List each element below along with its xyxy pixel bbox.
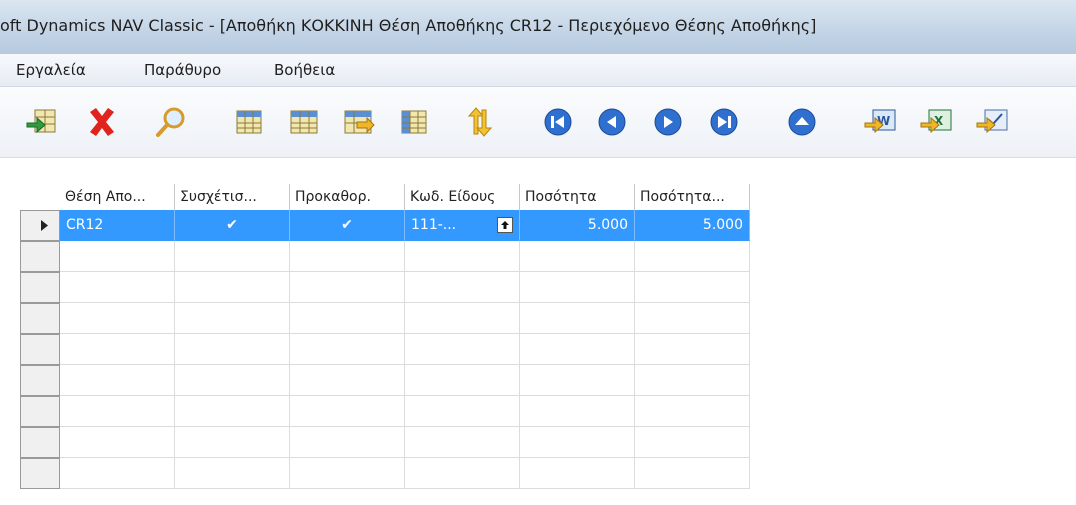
table-cell[interactable] [175, 272, 290, 303]
table-cell[interactable] [405, 458, 520, 489]
cell-linked-checkbox[interactable]: ✔ [175, 210, 290, 241]
table-cell[interactable] [405, 427, 520, 458]
table-cell[interactable] [175, 334, 290, 365]
menu-window[interactable]: Παράθυρο [144, 61, 221, 79]
table-cell[interactable] [520, 334, 635, 365]
column-header-item-no[interactable]: Κωδ. Είδους [405, 184, 520, 210]
send-to-checklist-icon[interactable] [974, 104, 1010, 140]
row-selector[interactable] [20, 210, 60, 241]
delete-icon[interactable] [84, 104, 120, 140]
table-cell[interactable] [635, 272, 750, 303]
table-cell[interactable] [405, 396, 520, 427]
up-icon[interactable] [784, 104, 820, 140]
table-cell[interactable] [520, 303, 635, 334]
row-selector[interactable] [20, 365, 60, 396]
table-cell[interactable] [520, 272, 635, 303]
last-record-icon[interactable] [706, 104, 742, 140]
table-cell[interactable] [290, 365, 405, 396]
table-cell[interactable] [635, 303, 750, 334]
next-record-icon[interactable] [650, 104, 686, 140]
table-cell[interactable] [290, 241, 405, 272]
table-cell[interactable] [60, 365, 175, 396]
table-cell[interactable] [175, 427, 290, 458]
grid-area: Θέση Απο... Συσχέτισ... Προκαθορ. Κωδ. Ε… [0, 157, 1076, 505]
window-title: oft Dynamics NAV Classic - [Αποθήκη ΚΟΚΚ… [0, 16, 817, 35]
table-cell[interactable] [60, 396, 175, 427]
table-cell[interactable] [175, 303, 290, 334]
row-selector[interactable] [20, 396, 60, 427]
table-cell[interactable] [635, 458, 750, 489]
row-selector[interactable] [20, 241, 60, 272]
table-cell[interactable] [405, 334, 520, 365]
column-header-bin-code[interactable]: Θέση Απο... [60, 184, 175, 210]
cell-item-no[interactable]: 111-... [405, 210, 520, 241]
table-export-icon[interactable] [341, 104, 377, 140]
menu-bar: Εργαλεία Παράθυρο Βοήθεια [0, 54, 1076, 87]
lookup-arrow-icon[interactable] [497, 217, 513, 233]
cell-quantity[interactable]: 5.000 [520, 210, 635, 241]
send-to-excel-icon[interactable]: X [918, 104, 954, 140]
table-cell[interactable] [175, 396, 290, 427]
table-cell[interactable] [635, 396, 750, 427]
table-cell[interactable] [405, 365, 520, 396]
table-cell[interactable] [520, 365, 635, 396]
cell-bin-code[interactable]: CR12 [60, 210, 175, 241]
table-cell[interactable] [635, 241, 750, 272]
table-cell[interactable] [405, 303, 520, 334]
grid-icon[interactable] [396, 104, 432, 140]
table-cell[interactable] [290, 303, 405, 334]
table-cell[interactable] [635, 427, 750, 458]
previous-record-icon[interactable] [594, 104, 630, 140]
column-header-quantity[interactable]: Ποσότητα [520, 184, 635, 210]
column-header-default[interactable]: Προκαθορ. [290, 184, 405, 210]
cell-item-no-value: 111-... [411, 217, 457, 233]
table-cell[interactable] [60, 303, 175, 334]
table-cell[interactable] [520, 241, 635, 272]
menu-help[interactable]: Βοήθεια [274, 61, 335, 79]
new-record-icon[interactable] [24, 104, 60, 140]
table-cell[interactable] [60, 458, 175, 489]
sort-icon[interactable] [462, 104, 498, 140]
table-cell[interactable] [175, 241, 290, 272]
table-cell[interactable] [290, 272, 405, 303]
cell-default-checkbox[interactable]: ✔ [290, 210, 405, 241]
table-cell[interactable] [405, 241, 520, 272]
row-selector[interactable] [20, 334, 60, 365]
table-view-alt-icon[interactable] [286, 104, 322, 140]
table-view-icon[interactable] [231, 104, 267, 140]
table-cell[interactable] [175, 365, 290, 396]
table-cell[interactable] [635, 365, 750, 396]
row-selector[interactable] [20, 272, 60, 303]
table-cell[interactable] [290, 396, 405, 427]
toolbar: W X [0, 87, 1076, 157]
table-cell[interactable] [520, 427, 635, 458]
table-cell[interactable] [175, 458, 290, 489]
table-cell[interactable] [405, 272, 520, 303]
table-cell[interactable] [520, 458, 635, 489]
table-cell[interactable] [520, 396, 635, 427]
cell-quantity-base[interactable]: 5.000 [635, 210, 750, 241]
column-header-quantity-base[interactable]: Ποσότητα... [635, 184, 750, 210]
row-selector[interactable] [20, 427, 60, 458]
table-cell[interactable] [290, 427, 405, 458]
table-cell[interactable] [60, 427, 175, 458]
column-header-linked[interactable]: Συσχέτισ... [175, 184, 290, 210]
menu-tools[interactable]: Εργαλεία [16, 61, 86, 79]
find-icon[interactable] [153, 104, 189, 140]
table-cell[interactable] [635, 334, 750, 365]
title-bar: oft Dynamics NAV Classic - [Αποθήκη ΚΟΚΚ… [0, 0, 1076, 54]
table-cell[interactable] [60, 272, 175, 303]
first-record-icon[interactable] [540, 104, 576, 140]
table-cell[interactable] [60, 241, 175, 272]
table-cell[interactable] [290, 334, 405, 365]
table-cell[interactable] [290, 458, 405, 489]
row-selector[interactable] [20, 303, 60, 334]
table-cell[interactable] [60, 334, 175, 365]
row-selector[interactable] [20, 458, 60, 489]
send-to-word-icon[interactable]: W [862, 104, 898, 140]
